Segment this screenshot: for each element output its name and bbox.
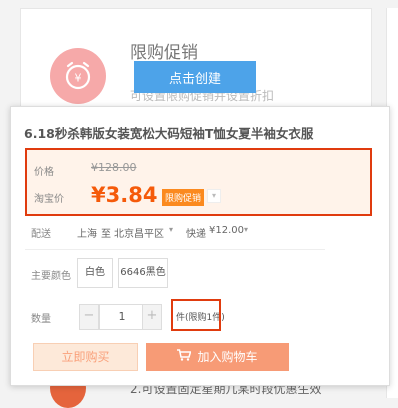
card-title: 限购促销: [130, 43, 198, 63]
promo-badge: 限购促销: [162, 189, 205, 206]
product-title[interactable]: 6.18秒杀韩版女装宽松大码短袖T恤女夏半袖女衣服: [24, 123, 313, 142]
ship-from: 上海: [77, 229, 97, 240]
price-label: 价格: [34, 167, 54, 178]
shipping-label: 配送: [31, 229, 51, 240]
chevron-down-icon[interactable]: ▾: [207, 189, 221, 203]
ship-caret-icon[interactable]: ▾: [244, 225, 248, 234]
alarm-clock-icon: ¥: [50, 48, 106, 104]
color-option-white[interactable]: 白色: [77, 258, 113, 288]
quantity-label: 数量: [31, 314, 51, 325]
ship-to-word: 至: [101, 229, 111, 240]
color-option-black[interactable]: 6646黑色: [118, 258, 168, 288]
location-caret-icon[interactable]: ▾: [169, 225, 173, 234]
ship-method: 快递: [186, 229, 206, 240]
quantity-input[interactable]: 1: [99, 304, 145, 330]
cart-icon: [177, 344, 192, 372]
create-button[interactable]: 点击创建: [134, 61, 256, 93]
ship-fee: ¥12.00: [209, 225, 244, 236]
limit-highlight-box: [171, 299, 221, 331]
divider: [25, 249, 325, 250]
svg-text:¥: ¥: [75, 72, 82, 85]
add-to-cart-button[interactable]: 加入购物车: [146, 343, 289, 371]
current-price: ¥3.84: [91, 183, 158, 207]
plus-button[interactable]: +: [142, 304, 162, 330]
original-price: ¥128.00: [91, 161, 137, 174]
minus-button[interactable]: −: [79, 304, 99, 330]
color-label: 主要颜色: [31, 271, 71, 282]
taobao-price-label: 淘宝价: [34, 194, 64, 205]
product-popup: 6.18秒杀韩版女装宽松大码短袖T恤女夏半袖女衣服 价格 ¥128.00 淘宝价…: [10, 106, 390, 386]
buy-now-button[interactable]: 立即购买: [33, 343, 138, 371]
add-to-cart-label: 加入购物车: [197, 350, 258, 364]
price-box: 价格 ¥128.00 淘宝价 ¥3.84 限购促销 ▾: [25, 148, 372, 216]
ship-to-location[interactable]: 北京昌平区: [114, 225, 164, 240]
